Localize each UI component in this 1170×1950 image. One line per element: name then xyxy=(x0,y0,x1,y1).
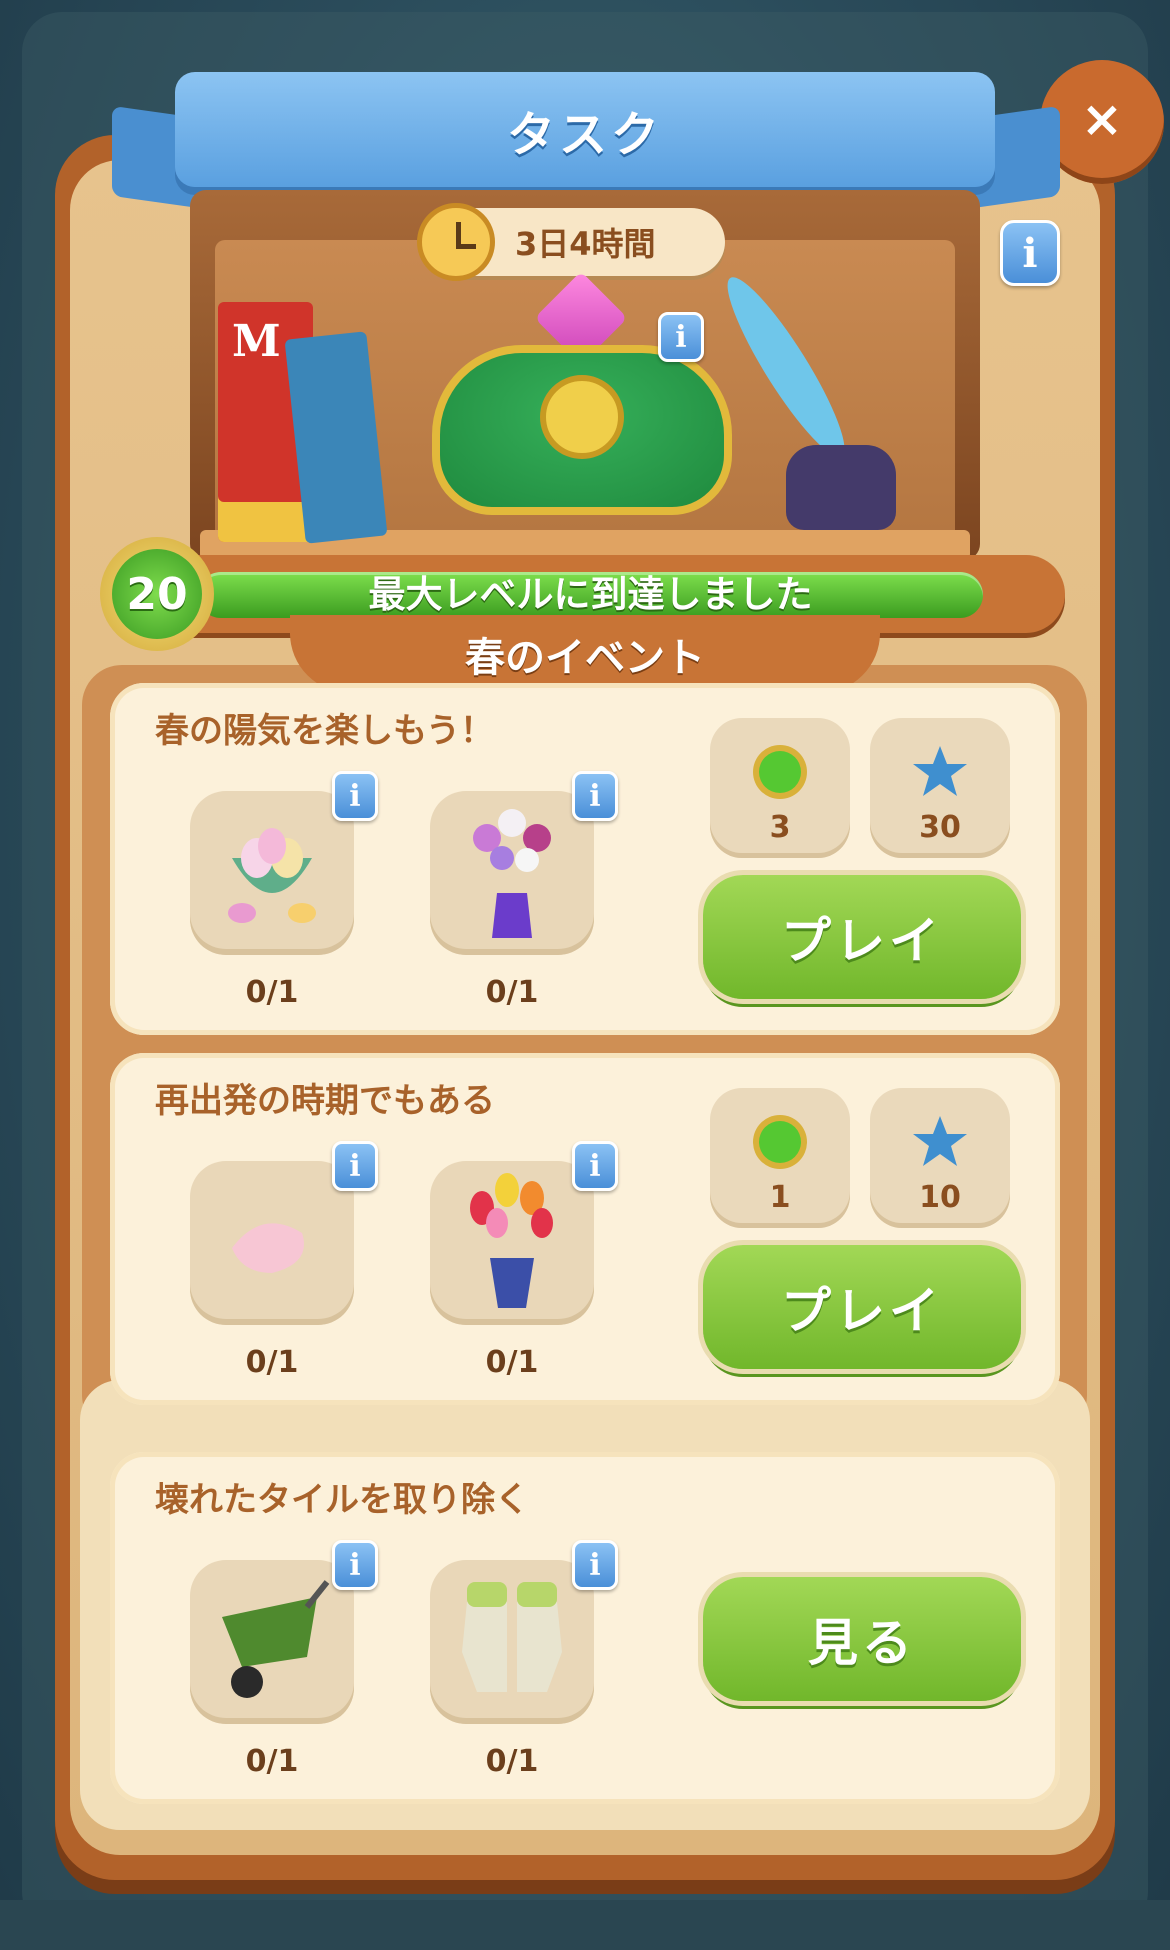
tulip-pot-icon xyxy=(470,1173,553,1308)
task-title: 再出発の時期でもある xyxy=(155,1081,495,1121)
event-info-button[interactable]: i xyxy=(1000,220,1060,286)
task-title: 壊れたタイルを取り除く xyxy=(155,1480,529,1520)
bottom-bar xyxy=(0,1900,1170,1950)
chest-info-button[interactable]: i xyxy=(658,312,704,362)
level-badge: 20 xyxy=(100,537,214,651)
item-info-button[interactable]: i xyxy=(572,771,618,821)
play-button-label: プレイ xyxy=(781,1282,943,1340)
close-icon: × xyxy=(1081,90,1123,148)
reward-value: 3 xyxy=(769,810,791,845)
level-status-text: 最大レベルに到達しました xyxy=(368,573,813,616)
play-button[interactable]: プレイ xyxy=(703,875,1021,999)
item-progress: 0/1 xyxy=(485,1345,539,1380)
ink-bottle-icon xyxy=(786,445,896,530)
clock-icon xyxy=(417,203,495,281)
task-item xyxy=(430,791,594,955)
item-info-button[interactable]: i xyxy=(572,1141,618,1191)
task-item xyxy=(430,1161,594,1325)
view-button-label: 見る xyxy=(808,1614,916,1672)
play-button-label: プレイ xyxy=(781,912,943,970)
egg-basket-icon xyxy=(228,828,316,923)
task-card: 春の陽気を楽しもう！ i 0/1 i 0/1 3 30 プレイ xyxy=(110,683,1060,1035)
title-banner: タスク xyxy=(175,72,995,187)
task-item xyxy=(430,1560,594,1724)
green-gem-icon xyxy=(753,1115,807,1169)
item-progress: 0/1 xyxy=(245,975,299,1010)
garden-gloves-icon xyxy=(462,1582,562,1692)
reward-gem: 1 xyxy=(710,1088,850,1228)
event-timer: 3日4時間 xyxy=(417,203,725,281)
item-progress: 0/1 xyxy=(245,1345,299,1380)
task-card: 再出発の時期でもある i 0/1 i 0/1 1 10 プレイ xyxy=(110,1053,1060,1405)
page-title: タスク xyxy=(506,106,663,163)
green-gem-icon xyxy=(753,745,807,799)
item-info-button[interactable]: i xyxy=(332,771,378,821)
item-progress: 0/1 xyxy=(485,975,539,1010)
petal-icon xyxy=(232,1223,304,1273)
item-progress: 0/1 xyxy=(245,1744,299,1779)
event-tab: 春のイベント xyxy=(290,615,880,693)
item-info-button[interactable]: i xyxy=(572,1540,618,1590)
reward-value: 10 xyxy=(919,1180,961,1215)
task-item xyxy=(190,1161,354,1325)
wheelbarrow-icon xyxy=(222,1580,330,1698)
reward-value: 1 xyxy=(769,1180,791,1215)
event-title: 春のイベント xyxy=(465,635,705,681)
item-progress: 0/1 xyxy=(485,1744,539,1779)
chest-lock-icon xyxy=(540,375,624,459)
reward-value: 30 xyxy=(919,810,961,845)
reward-gem: 3 xyxy=(710,718,850,858)
task-title: 春の陽気を楽しもう！ xyxy=(155,711,494,751)
item-info-button[interactable]: i xyxy=(332,1540,378,1590)
view-button[interactable]: 見る xyxy=(703,1577,1021,1701)
reward-star: 10 xyxy=(870,1088,1010,1228)
flower-vase-icon xyxy=(473,809,551,938)
reward-star: 30 xyxy=(870,718,1010,858)
level-number: 20 xyxy=(112,549,202,639)
task-card: 壊れたタイルを取り除く i 0/1 i 0/1 見る xyxy=(110,1452,1060,1804)
play-button[interactable]: プレイ xyxy=(703,1245,1021,1369)
blue-star-icon xyxy=(913,1116,967,1166)
task-item xyxy=(190,791,354,955)
timer-text: 3日4時間 xyxy=(515,225,656,263)
item-info-button[interactable]: i xyxy=(332,1141,378,1191)
task-item xyxy=(190,1560,354,1724)
blue-star-icon xyxy=(913,746,967,796)
